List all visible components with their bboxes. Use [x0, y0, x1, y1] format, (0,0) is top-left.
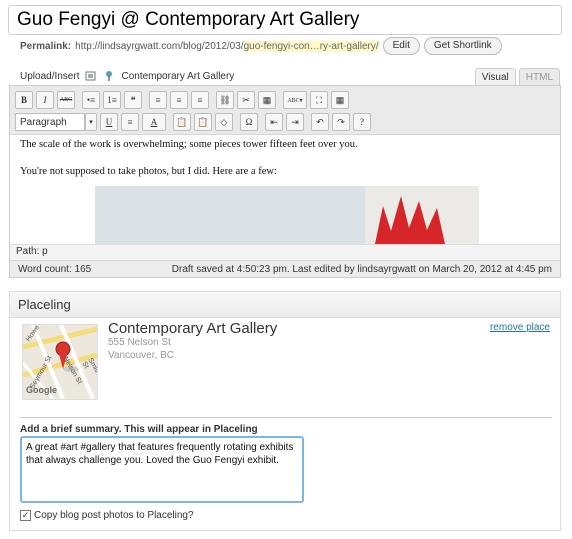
add-media-icon[interactable] — [85, 70, 97, 82]
place-name: Contemporary Art Gallery — [108, 320, 278, 337]
editor-status-bar: Word count: 165 Draft saved at 4:50:23 p… — [10, 260, 560, 277]
upload-insert-row: Upload/Insert Contemporary Art Gallery — [20, 68, 234, 84]
align-right-button[interactable]: ≡ — [191, 91, 209, 109]
paste-word-button[interactable]: 📋 — [194, 113, 212, 131]
get-shortlink-button[interactable]: Get Shortlink — [423, 37, 502, 55]
place-address: 555 Nelson St Vancouver, BC — [108, 336, 174, 362]
editor-path: Path: p — [10, 244, 560, 260]
placeling-pin-icon[interactable] — [103, 70, 115, 82]
redo-button[interactable]: ↷ — [332, 113, 350, 131]
placeling-header[interactable]: Placeling — [10, 292, 560, 318]
permalink-base: http://lindsayrgwatt.com/blog/2012/03/ — [75, 40, 244, 52]
post-editor: B I ABC •≡ 1≡ ❝ ≡ ≡ ≡ ⛓ ✂ ▦ ABC▾ ⛶ ▦ Par… — [9, 85, 561, 278]
justify-button[interactable]: ≡ — [121, 113, 139, 131]
indent-button[interactable]: ⇥ — [286, 113, 304, 131]
address-line-1: 555 Nelson St — [108, 337, 171, 348]
fullscreen-button[interactable]: ⛶ — [310, 91, 328, 109]
permalink-row: Permalink: http://lindsayrgwatt.com/blog… — [20, 36, 502, 56]
numbered-list-button[interactable]: 1≡ — [103, 91, 121, 109]
text-color-button[interactable]: A — [142, 113, 166, 131]
paste-text-button[interactable]: 📋 — [173, 113, 191, 131]
place-map-thumbnail[interactable]: Howe St Nelson St Smithe St Seymour St G… — [22, 324, 98, 400]
blockquote-button[interactable]: ❝ — [124, 91, 142, 109]
photo-artwork — [375, 196, 445, 244]
format-select-chevron-down-icon[interactable]: ▾ — [85, 113, 97, 131]
google-logo: Google — [26, 385, 57, 395]
toolbar-row-1: B I ABC •≡ 1≡ ❝ ≡ ≡ ≡ ⛓ ✂ ▦ ABC▾ ⛶ ▦ — [15, 90, 352, 110]
insert-link-button[interactable]: ⛓ — [216, 91, 234, 109]
placeling-panel: Placeling Howe St Nelson St Smithe St Se… — [9, 291, 561, 531]
editor-toolbar: B I ABC •≡ 1≡ ❝ ≡ ≡ ≡ ⛓ ✂ ▦ ABC▾ ⛶ ▦ Par… — [10, 86, 560, 135]
remove-place-link[interactable]: remove place — [490, 322, 550, 333]
copy-photos-checkbox[interactable]: ✓ — [20, 510, 31, 521]
spellcheck-button[interactable]: ABC▾ — [283, 91, 307, 109]
permalink-slug[interactable]: guo-fengyi-con…ry-art-gallery/ — [243, 40, 379, 52]
upload-insert-label: Upload/Insert — [20, 70, 80, 82]
strikethrough-button[interactable]: ABC — [57, 91, 75, 109]
toolbar-row-2: Paragraph ▾ U ≡ A 📋 📋 ◇ Ω ⇤ ⇥ ↶ ↷ ? — [15, 112, 374, 132]
edit-permalink-button[interactable]: Edit — [382, 37, 420, 55]
help-button[interactable]: ? — [353, 113, 371, 131]
special-character-button[interactable]: Ω — [240, 113, 258, 131]
copy-photos-label[interactable]: Copy blog post photos to Placeling? — [34, 510, 194, 521]
summary-label: Add a brief summary. This will appear in… — [20, 424, 258, 435]
placeling-divider — [20, 417, 552, 418]
undo-button[interactable]: ↶ — [311, 113, 329, 131]
align-center-button[interactable]: ≡ — [170, 91, 188, 109]
content-paragraph-1: The scale of the work is overwhelming; s… — [20, 139, 358, 150]
address-line-2: Vancouver, BC — [108, 350, 174, 361]
unlink-button[interactable]: ✂ — [237, 91, 255, 109]
italic-button[interactable]: I — [36, 91, 54, 109]
draft-saved-status: Draft saved at 4:50:23 pm. Last edited b… — [171, 263, 552, 275]
format-select[interactable]: Paragraph — [15, 113, 85, 131]
summary-textarea[interactable]: A great #art #gallery that features freq… — [20, 436, 304, 503]
permalink-label: Permalink: — [20, 40, 72, 52]
clear-formatting-button[interactable]: ◇ — [215, 113, 233, 131]
outdent-button[interactable]: ⇤ — [265, 113, 283, 131]
bullet-list-button[interactable]: •≡ — [82, 91, 100, 109]
insert-more-button[interactable]: ▦ — [258, 91, 276, 109]
gallery-link[interactable]: Contemporary Art Gallery — [121, 71, 234, 82]
copy-photos-row: ✓ Copy blog post photos to Placeling? — [20, 510, 194, 521]
align-left-button[interactable]: ≡ — [149, 91, 167, 109]
bold-button[interactable]: B — [15, 91, 33, 109]
underline-button[interactable]: U — [100, 113, 118, 131]
kitchen-sink-button[interactable]: ▦ — [331, 91, 349, 109]
content-paragraph-2: You're not supposed to take photos, but … — [20, 166, 277, 177]
word-count: Word count: 165 — [18, 263, 92, 275]
post-title-input[interactable]: Guo Fengyi @ Contemporary Art Gallery — [8, 5, 562, 35]
